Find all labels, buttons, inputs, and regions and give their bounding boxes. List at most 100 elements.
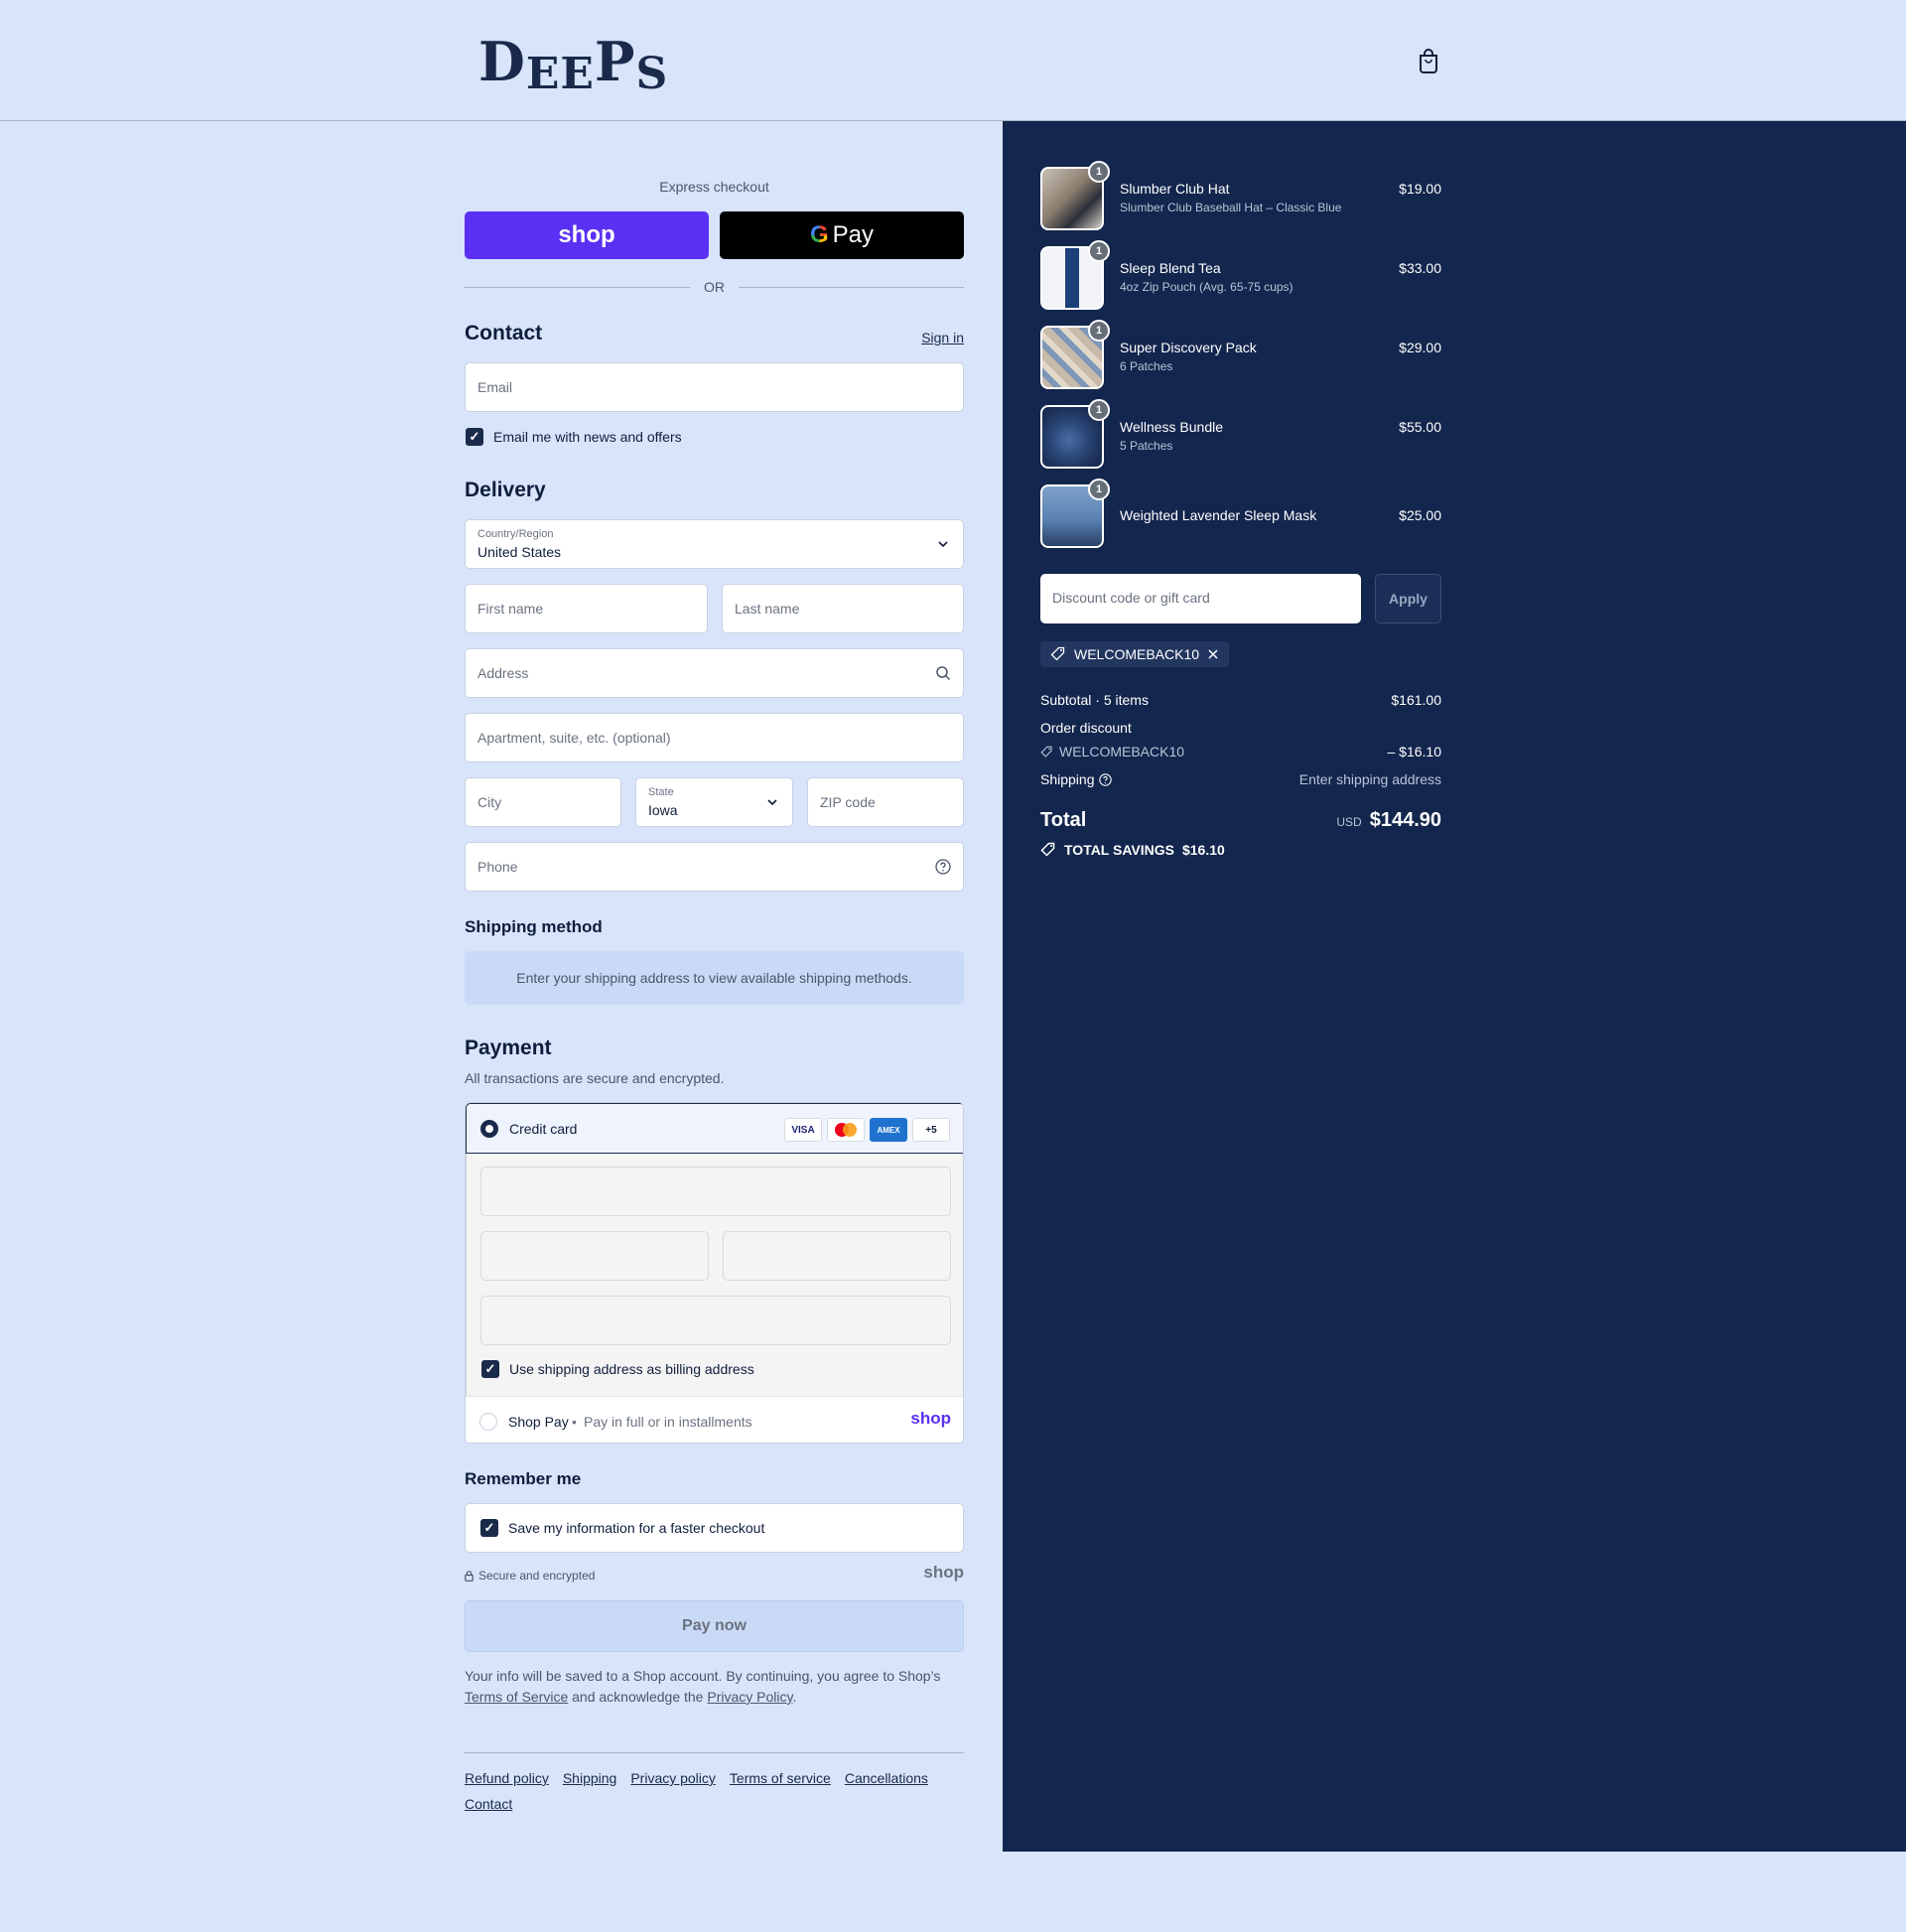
terms-of-service-link[interactable]: Terms of Service <box>465 1689 568 1705</box>
amex-icon: AMEX <box>870 1118 907 1142</box>
zip-field[interactable]: ZIP code <box>807 777 964 827</box>
save-info-checkbox[interactable]: ✓ <box>480 1519 498 1537</box>
zip-placeholder: ZIP code <box>820 794 876 810</box>
footer-divider <box>465 1752 964 1753</box>
contact-link[interactable]: Contact <box>465 1795 512 1813</box>
address-placeholder: Address <box>477 665 529 681</box>
payment-methods: Credit card VISA AMEX +5 ✓ Use shipping … <box>465 1102 964 1444</box>
state-select[interactable]: State Iowa <box>635 777 793 827</box>
quantity-badge: 1 <box>1088 240 1110 262</box>
total-row: Total USD $144.90 <box>1040 809 1441 835</box>
newsletter-checkbox[interactable]: ✓ <box>466 428 483 446</box>
item-variant: 6 Patches <box>1120 359 1173 373</box>
help-circle-icon[interactable] <box>935 859 951 875</box>
remember-me-box: ✓ Save my information for a faster check… <box>465 1503 964 1553</box>
item-variant: Slumber Club Baseball Hat – Classic Blue <box>1120 201 1342 214</box>
first-name-field[interactable]: First name <box>465 584 708 633</box>
cancellations-link[interactable]: Cancellations <box>845 1769 928 1787</box>
billing-same-checkbox[interactable]: ✓ <box>481 1360 499 1378</box>
line-item: 1 Super Discovery Pack 6 Patches $29.00 <box>1040 320 1441 389</box>
security-code-field[interactable] <box>723 1231 951 1281</box>
billing-same-label: Use shipping address as billing address <box>509 1361 754 1377</box>
subtotal-value: $161.00 <box>1391 692 1441 708</box>
shop-pay-separator: • <box>572 1414 577 1430</box>
shipping-link[interactable]: Shipping <box>563 1769 617 1787</box>
shop-pay-logo: shop <box>910 1409 951 1428</box>
privacy-policy-footer-link[interactable]: Privacy policy <box>630 1769 716 1787</box>
discount-code-placeholder: Discount code or gift card <box>1052 590 1210 606</box>
order-discount-value: – $16.10 <box>1387 744 1442 759</box>
last-name-field[interactable]: Last name <box>722 584 964 633</box>
address-field[interactable]: Address <box>465 648 964 698</box>
item-price: $25.00 <box>1399 507 1441 523</box>
shop-pay-subtext: Pay in full or in installments <box>584 1414 752 1430</box>
tag-icon <box>1040 746 1052 758</box>
shipping-method-heading: Shipping method <box>465 917 603 936</box>
applied-discount-code: WELCOMEBACK10 <box>1074 646 1200 662</box>
sign-in-link[interactable]: Sign in <box>921 330 964 345</box>
line-item: 1 Slumber Club Hat Slumber Club Baseball… <box>1040 161 1441 230</box>
country-select[interactable]: Country/Region United States <box>465 519 964 569</box>
payment-heading: Payment <box>465 1036 552 1059</box>
legal-text-before: Your info will be saved to a Shop accoun… <box>465 1668 941 1684</box>
credit-card-option[interactable]: Credit card VISA AMEX +5 <box>466 1103 963 1154</box>
search-icon <box>936 666 951 681</box>
apply-discount-button[interactable]: Apply <box>1375 574 1441 623</box>
quantity-badge: 1 <box>1088 161 1110 183</box>
apartment-placeholder: Apartment, suite, etc. (optional) <box>477 730 671 746</box>
item-price: $19.00 <box>1399 181 1441 197</box>
line-item: 1 Wellness Bundle 5 Patches $55.00 <box>1040 399 1441 469</box>
payment-subtitle: All transactions are secure and encrypte… <box>465 1070 725 1086</box>
name-on-card-field[interactable] <box>480 1296 951 1345</box>
visa-icon: VISA <box>784 1118 822 1142</box>
total-savings-value: $16.10 <box>1181 842 1225 858</box>
item-variant: 5 Patches <box>1120 439 1173 453</box>
item-variant: 4oz Zip Pouch (Avg. 65-75 cups) <box>1120 280 1293 294</box>
country-label: Country/Region <box>477 528 554 540</box>
credit-card-label: Credit card <box>509 1121 578 1137</box>
email-placeholder: Email <box>477 379 513 395</box>
footer-links: Refund policy Shipping Privacy policy Te… <box>465 1769 964 1813</box>
total-savings-row: TOTAL SAVINGS $16.10 <box>1040 842 1441 858</box>
shop-pay-express-button[interactable]: shop <box>465 211 709 259</box>
shop-pay-radio[interactable] <box>479 1413 497 1431</box>
secure-note: Secure and encrypted <box>465 1569 595 1583</box>
pay-now-button[interactable]: Pay now <box>465 1600 964 1652</box>
apartment-field[interactable]: Apartment, suite, etc. (optional) <box>465 713 964 762</box>
legal-text-middle: and acknowledge the <box>568 1689 708 1705</box>
country-value: United States <box>477 544 562 560</box>
item-name: Weighted Lavender Sleep Mask <box>1120 507 1317 523</box>
total-label: Total <box>1040 809 1087 831</box>
state-label: State <box>648 786 674 798</box>
last-name-placeholder: Last name <box>735 601 800 617</box>
or-label: OR <box>704 279 725 295</box>
item-name: Super Discovery Pack <box>1120 340 1257 355</box>
city-placeholder: City <box>477 794 502 810</box>
applied-discount-chip: WELCOMEBACK10 <box>1040 641 1230 667</box>
chevron-down-icon <box>767 799 777 806</box>
email-field[interactable]: Email <box>465 362 964 412</box>
refund-policy-link[interactable]: Refund policy <box>465 1769 549 1787</box>
shop-pay-label: Shop Pay <box>508 1414 569 1430</box>
card-number-field[interactable] <box>480 1167 951 1216</box>
phone-field[interactable]: Phone <box>465 842 964 892</box>
privacy-policy-link[interactable]: Privacy Policy <box>707 1689 792 1705</box>
help-circle-icon[interactable] <box>1099 773 1112 786</box>
shopping-bag-icon[interactable] <box>1418 48 1439 73</box>
terms-of-service-footer-link[interactable]: Terms of service <box>730 1769 831 1787</box>
google-pay-button[interactable]: G Pay <box>720 211 964 259</box>
city-field[interactable]: City <box>465 777 621 827</box>
state-value: Iowa <box>648 802 678 818</box>
more-cards-badge: +5 <box>912 1118 950 1142</box>
remove-discount-icon[interactable] <box>1207 648 1219 660</box>
credit-card-radio[interactable] <box>480 1120 498 1138</box>
lock-icon <box>465 1570 474 1582</box>
shop-pay-option[interactable]: Shop Pay • Pay in full or in installment… <box>466 1396 963 1443</box>
header: DEEPS <box>0 0 1906 121</box>
item-name: Sleep Blend Tea <box>1120 260 1221 276</box>
order-discount-label: Order discount <box>1040 720 1132 736</box>
tag-icon <box>1050 646 1065 661</box>
expiration-field[interactable] <box>480 1231 709 1281</box>
discount-code-input[interactable]: Discount code or gift card <box>1040 574 1361 623</box>
brand-logo[interactable]: DEEPS <box>478 30 668 99</box>
